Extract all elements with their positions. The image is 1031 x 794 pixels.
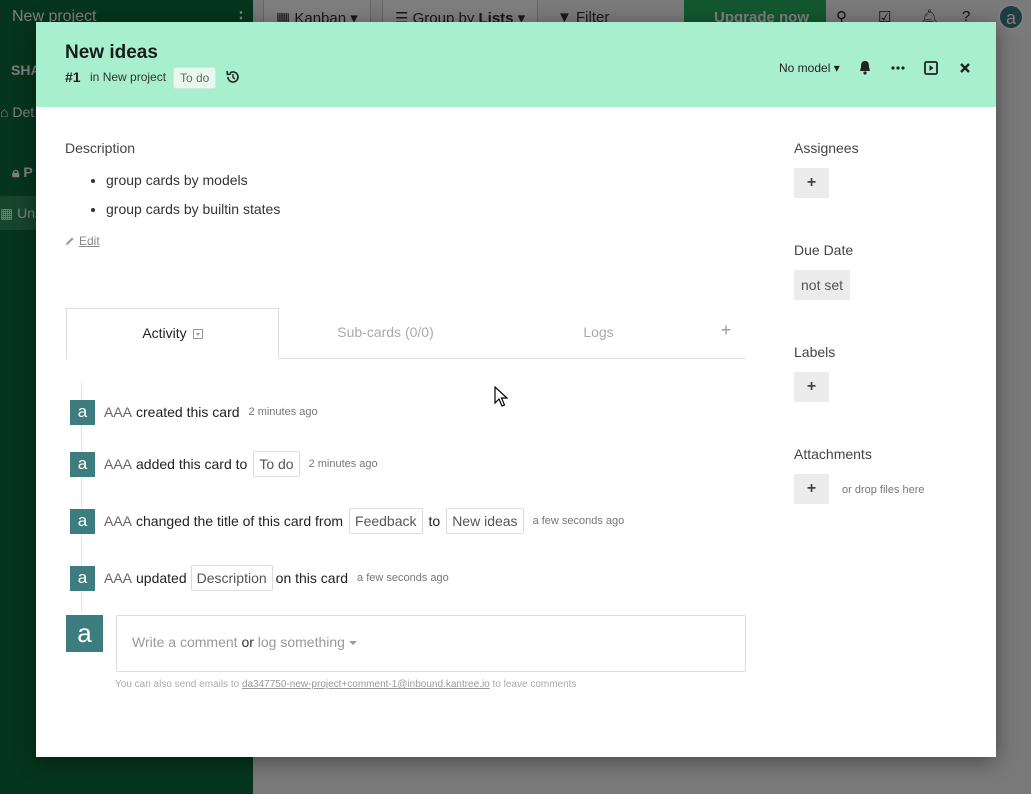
activity-item: a AAA changed the title of this card fro… — [70, 508, 624, 534]
card-project-link[interactable]: New project — [103, 70, 166, 84]
card-project: in New project — [90, 70, 167, 84]
attachments-label: Attachments — [794, 446, 872, 462]
due-date-label: Due Date — [794, 242, 854, 258]
edit-description-link[interactable]: Edit — [65, 234, 100, 248]
history-icon[interactable] — [225, 69, 241, 85]
field-pill: Description — [190, 565, 273, 591]
activity-time: 2 minutes ago — [308, 458, 378, 470]
more-options-icon[interactable] — [889, 59, 907, 77]
state-pill: To do — [253, 451, 300, 477]
activity-user[interactable]: AAA — [104, 404, 132, 420]
add-tab-button[interactable]: + — [708, 308, 744, 359]
add-assignee-button[interactable]: + — [794, 168, 829, 198]
add-label-button[interactable]: + — [794, 372, 829, 402]
avatar[interactable]: a — [70, 565, 95, 591]
activity-text: on this card — [275, 570, 349, 586]
chevron-down-icon: ▾ — [833, 61, 840, 75]
assignees-label: Assignees — [794, 140, 859, 156]
activity-item: a AAA added this card to To do 2 minutes… — [70, 451, 378, 477]
comment-placeholder: Write a comment — [132, 634, 238, 650]
old-title-pill: Feedback — [349, 508, 423, 534]
activity-time: a few seconds ago — [357, 572, 449, 584]
dropdown-caret-icon[interactable] — [192, 329, 203, 339]
activity-time: a few seconds ago — [532, 515, 625, 527]
activity-text: to — [428, 513, 441, 529]
avatar[interactable]: a — [70, 451, 95, 477]
card-state-badge[interactable]: To do — [173, 67, 217, 89]
avatar[interactable]: a — [70, 508, 95, 534]
activity-item: a AAA created this card 2 minutes ago — [70, 399, 318, 425]
activity-user[interactable]: AAA — [104, 456, 132, 472]
activity-text: updated — [136, 570, 187, 586]
card-title[interactable]: New ideas — [65, 42, 158, 64]
comment-avatar: a — [66, 615, 103, 652]
email-address-link[interactable]: da347750-new-project+comment-1@inbound.k… — [242, 679, 490, 690]
card-modal: New ideas #1 in New project To do No mod… — [36, 22, 996, 757]
tab-activity[interactable]: Activity — [66, 308, 279, 359]
chevron-down-icon — [348, 641, 357, 645]
labels-label: Labels — [794, 344, 836, 360]
present-icon[interactable] — [922, 59, 940, 77]
add-attachment-button[interactable]: + — [794, 474, 829, 504]
description-label: Description — [65, 140, 136, 156]
log-something-dropdown[interactable]: log something — [258, 634, 357, 650]
activity-text: added this card to — [136, 456, 248, 472]
model-dropdown[interactable]: No model ▾ — [779, 61, 840, 75]
activity-item: a AAA updated Description on this card a… — [70, 565, 449, 591]
pencil-icon — [66, 237, 74, 245]
tab-logs[interactable]: Logs — [492, 308, 705, 359]
mouse-cursor-icon — [494, 386, 508, 407]
description-list: group cards by models group cards by bui… — [106, 172, 280, 230]
comment-or: or — [241, 634, 254, 650]
activity-user[interactable]: AAA — [104, 513, 132, 529]
email-hint: You can also send emails to da347750-new… — [115, 679, 577, 690]
close-icon[interactable] — [956, 59, 974, 77]
activity-text: created this card — [136, 404, 240, 420]
activity-text: changed the title of this card from — [136, 513, 344, 529]
due-date-button[interactable]: not set — [794, 270, 851, 300]
activity-time: 2 minutes ago — [248, 406, 318, 418]
card-header: New ideas #1 in New project To do No mod… — [36, 22, 996, 107]
drop-files-hint: or drop files here — [842, 484, 925, 496]
card-tabs: Activity Sub-cards (0/0) Logs + — [66, 308, 746, 359]
description-item: group cards by builtin states — [106, 201, 280, 217]
tab-subcards[interactable]: Sub-cards (0/0) — [279, 308, 492, 359]
activity-user[interactable]: AAA — [104, 570, 132, 586]
bell-icon[interactable] — [856, 59, 874, 77]
description-item: group cards by models — [106, 172, 280, 188]
card-number: #1 — [65, 69, 81, 85]
avatar[interactable]: a — [70, 399, 95, 425]
comment-input[interactable]: Write a comment or log something — [116, 615, 746, 672]
new-title-pill: New ideas — [446, 508, 524, 534]
